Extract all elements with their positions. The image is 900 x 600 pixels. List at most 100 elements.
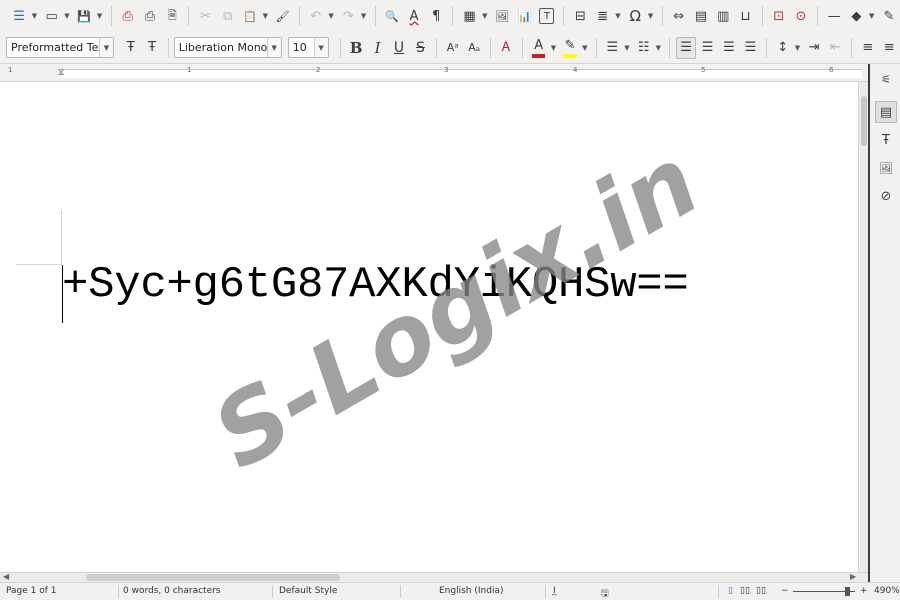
textbox-icon[interactable]: T	[539, 8, 555, 24]
dropdown-arrow[interactable]: ▼	[261, 5, 269, 27]
zoom-out-icon[interactable]: −	[781, 586, 789, 596]
paragraph-spacing-below-icon[interactable]: ≡	[880, 37, 899, 59]
draw-icon[interactable]: ✎	[879, 5, 899, 27]
chart-icon[interactable]: 📊	[514, 5, 534, 27]
align-center-button[interactable]: ☰	[698, 37, 717, 59]
single-page-view-icon[interactable]: ▯	[728, 586, 733, 596]
print-icon[interactable]: ⎙	[140, 5, 160, 27]
language[interactable]: English (India)	[439, 586, 503, 596]
dropdown-arrow[interactable]: ▼	[63, 5, 71, 27]
insert-mode-icon[interactable]: I̲	[553, 586, 556, 596]
open-icon[interactable]: ▭	[42, 5, 62, 27]
line-icon[interactable]: —	[824, 5, 844, 27]
update-style-icon[interactable]: Ŧ	[121, 37, 140, 59]
zoom-in-icon[interactable]: +	[860, 586, 868, 596]
dropdown-arrow[interactable]: ▼	[481, 5, 489, 27]
subscript-button[interactable]: Aₐ	[464, 37, 483, 59]
document-page[interactable]: +Syc+g6tG87AXKdYiKQHSw== S-Logix.in	[0, 82, 858, 572]
dropdown-arrow[interactable]: ▼	[623, 37, 631, 59]
strikethrough-button[interactable]: S	[411, 37, 430, 59]
align-right-button[interactable]: ☰	[719, 37, 738, 59]
bullets-icon[interactable]: ☰	[603, 37, 622, 59]
chevron-down-icon[interactable]: ▼	[266, 38, 281, 57]
line-spacing-icon[interactable]: ↕	[773, 37, 792, 59]
export-pdf-icon[interactable]: ⎙	[118, 5, 138, 27]
dropdown-arrow[interactable]: ▼	[654, 37, 662, 59]
vertical-scrollbar[interactable]	[858, 82, 868, 572]
gallery-icon[interactable]: 🖼	[875, 157, 897, 179]
image-icon[interactable]: 🖼	[492, 5, 512, 27]
font-color-button[interactable]: A	[529, 37, 548, 59]
comment-icon[interactable]: ⊡	[769, 5, 789, 27]
zoom-level[interactable]: 490%	[874, 586, 900, 596]
dropdown-arrow[interactable]: ▼	[549, 37, 557, 59]
indent-marker-icon[interactable]: ⧖	[58, 68, 64, 78]
track-changes-icon[interactable]: ⊙	[791, 5, 811, 27]
spelling-icon[interactable]: A	[404, 5, 424, 27]
copy-icon[interactable]: ⧉	[218, 5, 238, 27]
paragraph-style-select[interactable]: Preformatted Text ▼	[6, 37, 114, 58]
scrollbar-thumb[interactable]	[861, 96, 867, 146]
redo-icon[interactable]: ↷	[338, 5, 358, 27]
paragraph-spacing-above-icon[interactable]: ≡	[858, 37, 877, 59]
scroll-left-icon[interactable]: ◀	[3, 572, 9, 581]
find-replace-icon[interactable]: 🔍	[382, 5, 402, 27]
sidebar-settings-icon[interactable]: ⚟	[875, 68, 897, 90]
page-style[interactable]: Default Style	[279, 586, 337, 596]
footnote-icon[interactable]: ▤	[691, 5, 711, 27]
dropdown-arrow[interactable]: ▼	[30, 5, 38, 27]
paste-icon[interactable]: 📋	[240, 5, 260, 27]
dropdown-arrow[interactable]: ▼	[327, 5, 335, 27]
increase-indent-icon[interactable]: ⇥	[804, 37, 823, 59]
page-count[interactable]: Page 1 of 1	[6, 586, 57, 596]
print-preview-icon[interactable]: 🗎	[162, 5, 182, 27]
chevron-down-icon[interactable]: ▼	[313, 38, 328, 57]
multi-page-view-icon[interactable]: ▯▯	[740, 586, 750, 596]
dropdown-arrow[interactable]: ▼	[868, 5, 876, 27]
formatting-marks-icon[interactable]: ¶	[426, 5, 446, 27]
italic-button[interactable]: I	[368, 37, 387, 59]
justify-button[interactable]: ☰	[741, 37, 760, 59]
clear-formatting-icon[interactable]: Ꭺ	[497, 37, 516, 59]
bold-button[interactable]: B	[346, 37, 365, 59]
scrollbar-thumb[interactable]	[86, 574, 340, 581]
dropdown-arrow[interactable]: ▼	[614, 5, 622, 27]
properties-icon[interactable]: ▤	[875, 101, 897, 123]
styles-icon[interactable]: Ŧ	[875, 129, 897, 151]
highlight-button[interactable]: ✎	[560, 37, 579, 59]
book-view-icon[interactable]: ▯▯	[756, 586, 766, 596]
hyperlink-icon[interactable]: ⇔	[669, 5, 689, 27]
dropdown-arrow[interactable]: ▼	[95, 5, 103, 27]
chevron-down-icon[interactable]: ▼	[99, 38, 113, 57]
cut-icon[interactable]: ✂	[195, 5, 215, 27]
horizontal-ruler[interactable]: 1 1 2 3 4 5 6 ⧖	[0, 64, 868, 82]
dropdown-arrow[interactable]: ▼	[581, 37, 589, 59]
navigator-icon[interactable]: ⊘	[875, 185, 897, 207]
clone-formatting-icon[interactable]: 🖌	[272, 5, 292, 27]
superscript-button[interactable]: Aᵃ	[443, 37, 462, 59]
save-icon[interactable]: 💾	[74, 5, 94, 27]
menu-icon[interactable]: ☰	[9, 5, 29, 27]
numbering-icon[interactable]: ☷	[634, 37, 653, 59]
new-style-icon[interactable]: Ŧ	[142, 37, 161, 59]
decrease-indent-icon[interactable]: ⇤	[826, 37, 845, 59]
align-left-button[interactable]: ☰	[676, 36, 696, 59]
horizontal-scrollbar[interactable]: ◀ ▶	[0, 572, 868, 582]
dropdown-arrow[interactable]: ▼	[359, 5, 367, 27]
bookmark-icon[interactable]: ⊔	[735, 5, 755, 27]
word-count[interactable]: 0 words, 0 characters	[123, 586, 221, 596]
page-break-icon[interactable]: ⊟	[570, 5, 590, 27]
field-icon[interactable]: ≣	[593, 5, 613, 27]
table-icon[interactable]: ▦	[459, 5, 479, 27]
scroll-right-icon[interactable]: ▶	[850, 572, 856, 581]
font-size-select[interactable]: 10 ▼	[287, 37, 329, 58]
shapes-icon[interactable]: ◆	[846, 5, 866, 27]
special-character-icon[interactable]: Ω	[625, 5, 645, 27]
undo-icon[interactable]: ↶	[306, 5, 326, 27]
font-name-select[interactable]: Liberation Mono ▼	[173, 37, 282, 58]
endnote-icon[interactable]: ▥	[713, 5, 733, 27]
dropdown-arrow[interactable]: ▼	[646, 5, 654, 27]
underline-button[interactable]: U	[389, 37, 408, 59]
zoom-slider-handle[interactable]	[845, 587, 850, 596]
dropdown-arrow[interactable]: ▼	[793, 37, 801, 59]
